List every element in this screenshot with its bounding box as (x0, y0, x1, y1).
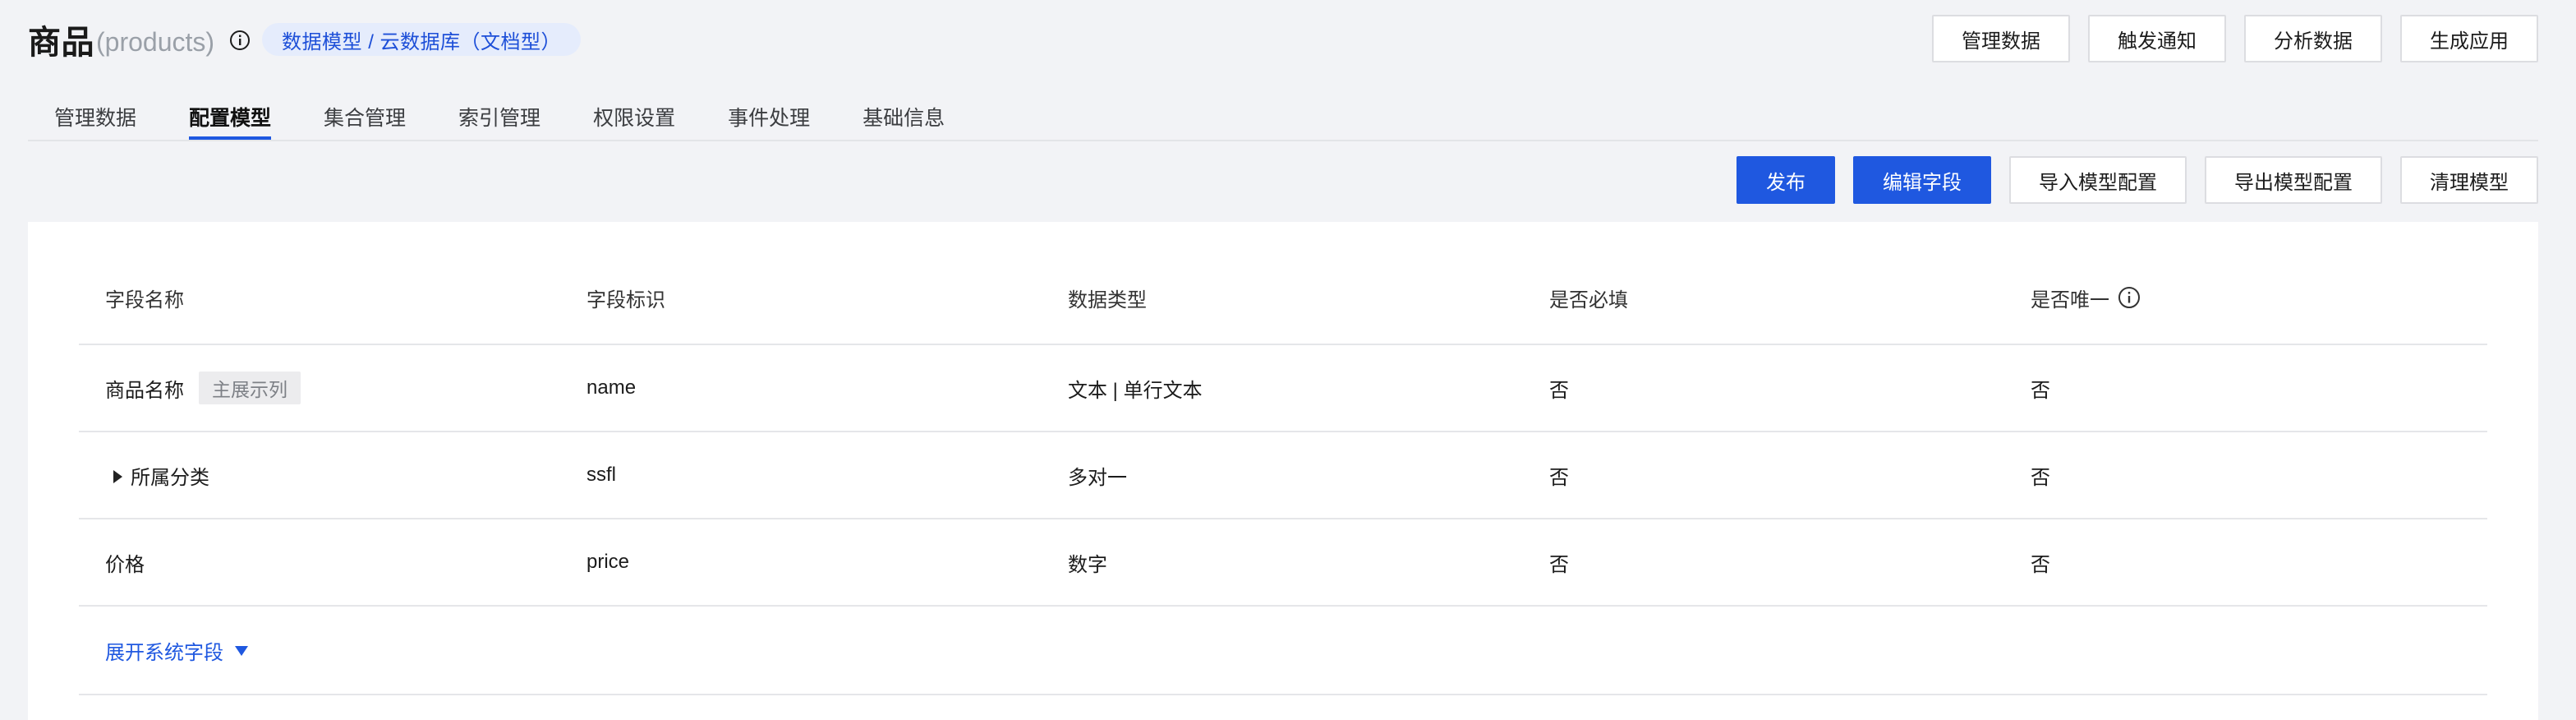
tab-index-management[interactable]: 索引管理 (432, 92, 567, 138)
table-row[interactable]: 价格 price 数字 否 否 (79, 519, 2487, 607)
column-header-data-type: 数据类型 (1068, 288, 1147, 312)
field-name: 价格 (105, 553, 145, 576)
table-header: 字段名称 字段标识 数据类型 是否必填 是否唯一 (79, 252, 2487, 345)
unique-cell: 否 (2031, 466, 2050, 489)
page-subtitle: (products) (96, 26, 215, 57)
edit-fields-button[interactable]: 编辑字段 (1853, 156, 1991, 204)
expand-system-fields-label: 展开系统字段 (105, 641, 223, 664)
fields-card: 字段名称 字段标识 数据类型 是否必填 是否唯一 商品名称 主展示列 name … (28, 222, 2538, 720)
required-cell: 否 (1549, 553, 1569, 576)
import-config-button[interactable]: 导入模型配置 (2009, 156, 2187, 204)
page-header: 商品 (products) 数据模型 / 云数据库（文档型） (28, 16, 582, 62)
data-type-cell: 数字 (1068, 553, 1107, 576)
expand-system-fields-row: 展开系统字段 (79, 607, 2487, 695)
table-row[interactable]: 商品名称 主展示列 name 文本 | 单行文本 否 否 (79, 345, 2487, 432)
info-circle-icon[interactable] (2118, 286, 2141, 309)
clear-model-button[interactable]: 清理模型 (2400, 156, 2538, 204)
table-row[interactable]: 所属分类 ssfl 多对一 否 否 (79, 432, 2487, 519)
trigger-notification-button[interactable]: 触发通知 (2088, 15, 2226, 62)
column-header-field-id: 字段标识 (586, 288, 665, 312)
field-id-cell: name (586, 376, 637, 399)
field-id-cell: price (586, 551, 630, 573)
field-name-cell: 商品名称 主展示列 (79, 372, 560, 404)
field-name-cell: 所属分类 (79, 461, 560, 490)
column-header-field-name: 字段名称 (105, 288, 184, 312)
data-type-cell: 文本 | 单行文本 (1068, 379, 1203, 402)
top-actions: 管理数据 触发通知 分析数据 生成应用 (1932, 15, 2538, 62)
unique-cell: 否 (2031, 553, 2050, 576)
export-config-button[interactable]: 导出模型配置 (2205, 156, 2382, 204)
manage-data-button[interactable]: 管理数据 (1932, 15, 2070, 62)
tab-event-handling[interactable]: 事件处理 (702, 92, 836, 138)
tab-basic-info[interactable]: 基础信息 (836, 92, 971, 138)
expand-system-fields-link[interactable]: 展开系统字段 (105, 636, 248, 665)
data-type-cell: 多对一 (1068, 466, 1127, 489)
page-title: 商品 (28, 25, 94, 61)
breadcrumb[interactable]: 数据模型 / 云数据库（文档型） (262, 23, 582, 56)
column-header-unique-label: 是否唯一 (2031, 288, 2109, 312)
required-cell: 否 (1549, 379, 1569, 402)
column-header-unique: 是否唯一 (2004, 284, 2487, 312)
tab-collection-management[interactable]: 集合管理 (297, 92, 432, 138)
required-cell: 否 (1549, 466, 1569, 489)
field-name: 所属分类 (131, 466, 209, 489)
analyze-data-button[interactable]: 分析数据 (2244, 15, 2382, 62)
caret-right-icon[interactable] (113, 470, 122, 483)
info-circle-icon[interactable] (229, 30, 251, 51)
page: 商品 (products) 数据模型 / 云数据库（文档型） 管理数据 触发通知… (0, 0, 2576, 720)
column-header-required: 是否必填 (1549, 288, 1628, 312)
field-name: 商品名称 (105, 379, 184, 402)
generate-app-button[interactable]: 生成应用 (2400, 15, 2538, 62)
primary-display-tag: 主展示列 (199, 372, 301, 404)
unique-cell: 否 (2031, 379, 2050, 402)
publish-button[interactable]: 发布 (1736, 156, 1835, 204)
fields-table: 字段名称 字段标识 数据类型 是否必填 是否唯一 商品名称 主展示列 name … (79, 252, 2487, 695)
field-name-cell: 价格 (79, 548, 560, 577)
tab-bar: 管理数据 配置模型 集合管理 索引管理 权限设置 事件处理 基础信息 (28, 92, 2538, 141)
tab-config-model[interactable]: 配置模型 (163, 92, 297, 140)
model-toolbar: 发布 编辑字段 导入模型配置 导出模型配置 清理模型 (1736, 156, 2538, 204)
tab-permission-settings[interactable]: 权限设置 (567, 92, 702, 138)
tab-manage-data[interactable]: 管理数据 (28, 92, 163, 138)
triangle-down-icon (235, 646, 248, 656)
field-id-cell: ssfl (586, 464, 616, 486)
